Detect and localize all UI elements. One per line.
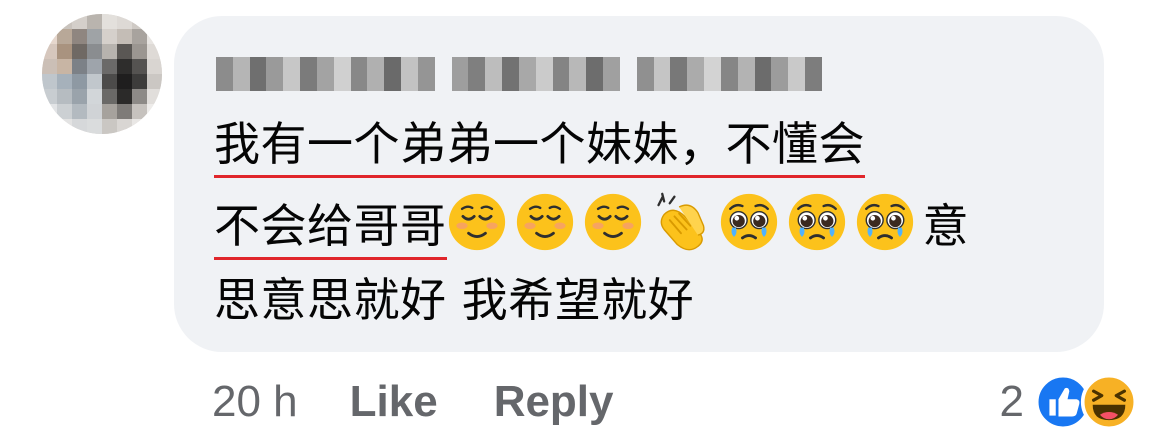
- comment-text: 思意思就好 我希望就好: [214, 273, 695, 327]
- like-button[interactable]: Like: [350, 377, 438, 427]
- comment-line-1: 我有一个弟弟一个妹妹，不懂会: [214, 114, 865, 178]
- reaction-count: 2: [999, 377, 1024, 426]
- pleading-face-icon: [856, 193, 913, 251]
- avatar[interactable]: [42, 14, 162, 134]
- reply-button[interactable]: Reply: [494, 377, 614, 427]
- underlined-text: 不会给哥哥: [214, 199, 447, 260]
- pleading-face-icon: [720, 193, 777, 251]
- comment-text: 意: [922, 199, 969, 253]
- relieved-face-icon: [448, 193, 505, 251]
- pleading-face-icon: [788, 193, 845, 251]
- author-name-redacted[interactable]: [216, 57, 822, 91]
- comment-line-2: 不会给哥哥 意: [214, 192, 969, 260]
- relieved-face-icon: [516, 193, 573, 251]
- clapping-hands-icon: [656, 192, 705, 251]
- timestamp-link[interactable]: 20 h: [212, 377, 298, 427]
- comment-bubble: 我有一个弟弟一个妹妹，不懂会 不会给哥哥 意 思意思就好 我希望就好: [174, 16, 1104, 352]
- haha-reaction-icon: [1080, 373, 1138, 431]
- relieved-face-icon: [584, 193, 641, 251]
- comment-line-3: 思意思就好 我希望就好: [214, 270, 694, 330]
- comment-actions: 20 h Like Reply: [212, 372, 614, 432]
- underlined-text: 我有一个弟弟一个妹妹，不懂会: [214, 117, 865, 178]
- reaction-summary[interactable]: 2: [1000, 370, 1138, 434]
